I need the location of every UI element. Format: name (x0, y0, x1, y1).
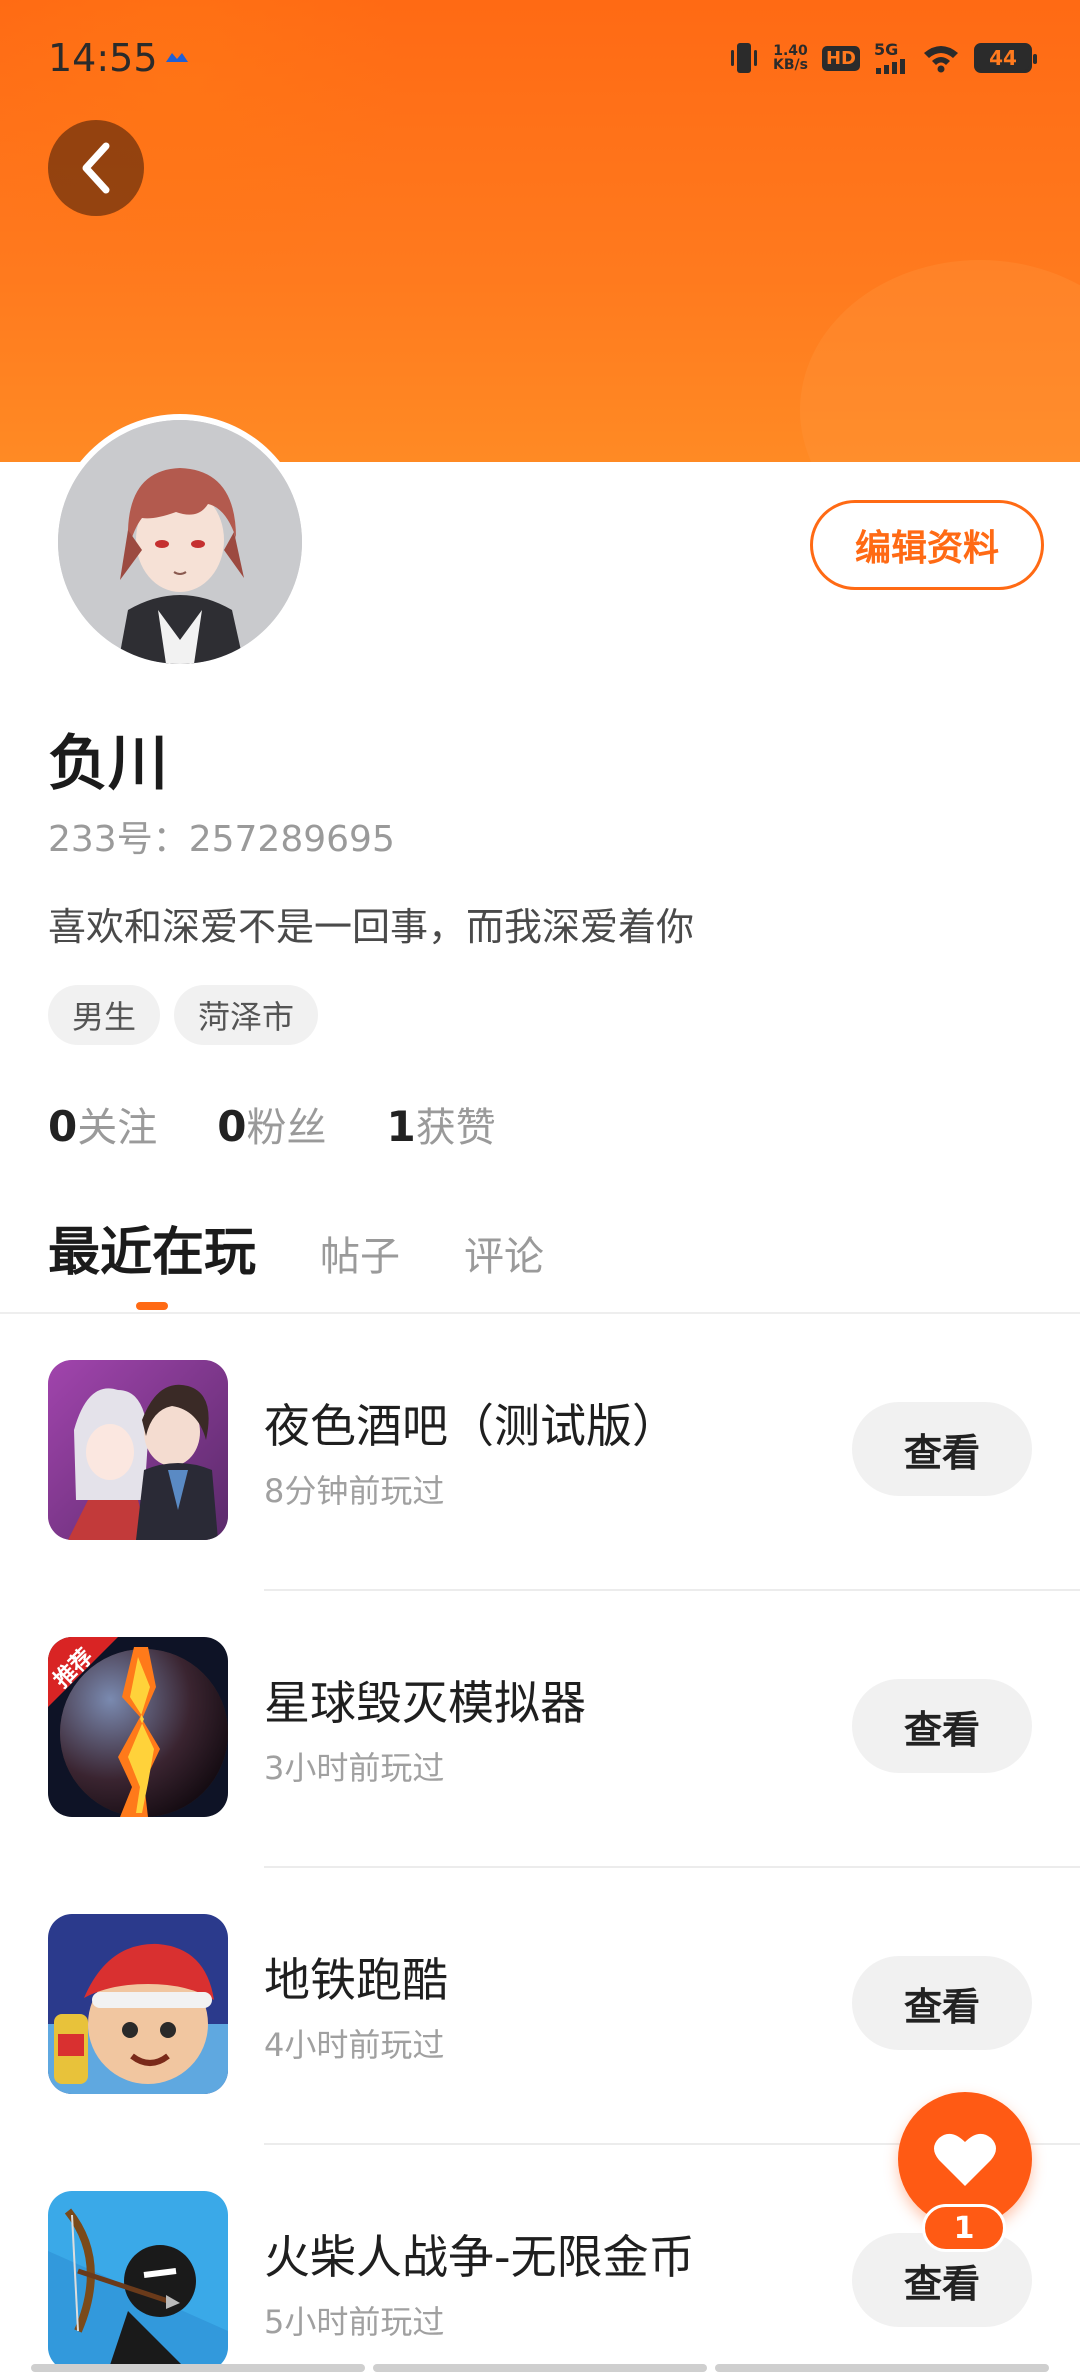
game-title: 地铁跑酷 (264, 1953, 448, 2007)
tag-gender: 男生 (48, 985, 161, 1045)
tag-city: 菏泽市 (174, 985, 319, 1045)
stat-likes-count: 1 (386, 1102, 416, 1151)
tab-indicator (136, 1302, 168, 1310)
stat-followers-count: 0 (217, 1102, 247, 1151)
avatar-image (58, 420, 302, 664)
tab-comments[interactable]: 评论 (464, 1224, 544, 1282)
network-speed: 1.40 KB/s (773, 44, 808, 72)
chevron-left-icon (82, 142, 110, 194)
view-button[interactable]: 查看 (852, 1956, 1032, 2050)
user-bio: 喜欢和深爱不是一回事，而我深爱着你 (48, 905, 695, 949)
list-item[interactable]: 推荐 星球毁灭模拟器 3小时前玩过 查看 (0, 1591, 1080, 1868)
network-type: 5G (874, 40, 899, 59)
stat-likes[interactable]: 1获赞 (386, 1095, 495, 1153)
home-indicator-segment (715, 2364, 1049, 2372)
list-item[interactable]: 夜色酒吧（测试版） 8分钟前玩过 查看 (0, 1314, 1080, 1591)
tab-recently-played[interactable]: 最近在玩 (48, 1210, 256, 1285)
game-title: 火柴人战争-无限金币 (264, 2230, 695, 2284)
heart-icon (934, 2133, 996, 2186)
game-last-played: 3小时前玩过 (264, 1749, 445, 1787)
profile-tags: 男生 菏泽市 (48, 985, 319, 1045)
list-item[interactable]: 地铁跑酷 4小时前玩过 查看 (0, 1868, 1080, 2145)
network-speed-value: 1.40 (773, 43, 808, 59)
tab-posts[interactable]: 帖子 (320, 1224, 400, 1282)
game-last-played: 5小时前玩过 (264, 2303, 445, 2341)
status-time: 14:55 (48, 36, 158, 80)
stat-followers-label: 粉丝 (246, 1105, 327, 1151)
view-button[interactable]: 查看 (852, 1402, 1032, 1496)
username: 负川 (48, 729, 168, 799)
home-indicator-segment (373, 2364, 707, 2372)
notification-icon (166, 53, 188, 62)
profile-tabs: 最近在玩 帖子 评论 (48, 1210, 544, 1285)
signal-icon: 5G (874, 42, 908, 74)
battery-icon: 44 (974, 43, 1037, 73)
battery-level: 44 (989, 46, 1017, 70)
stat-likes-label: 获赞 (415, 1105, 496, 1151)
game-icon-stickman-war (48, 2191, 228, 2371)
game-title: 夜色酒吧（测试版） (264, 1399, 678, 1453)
profile-stats: 0关注 0粉丝 1获赞 (48, 1095, 496, 1153)
edit-profile-button[interactable]: 编辑资料 (810, 500, 1044, 590)
home-indicator (0, 2364, 1080, 2376)
stat-following-label: 关注 (77, 1105, 158, 1151)
stat-followers[interactable]: 0粉丝 (217, 1095, 326, 1153)
vibrate-icon (729, 41, 759, 75)
network-speed-unit: KB/s (773, 57, 808, 73)
wifi-icon (922, 43, 960, 73)
status-bar: 14:55 1.40 KB/s HD 5G 44 (0, 0, 1080, 120)
recent-games-list: 夜色酒吧（测试版） 8分钟前玩过 查看 推荐 星球毁灭模拟器 3小时前玩过 查看 (0, 1314, 1080, 2376)
game-title: 星球毁灭模拟器 (264, 1676, 586, 1730)
view-button[interactable]: 查看 (852, 1679, 1032, 1773)
avatar[interactable] (52, 414, 308, 670)
game-last-played: 4小时前玩过 (264, 2026, 445, 2064)
stat-following-count: 0 (48, 1102, 78, 1151)
user-id: 233号：257289695 (48, 819, 395, 860)
stat-following[interactable]: 0关注 (48, 1095, 157, 1153)
game-icon-planet-destroyer: 推荐 (48, 1637, 228, 1817)
fab-count-badge: 1 (922, 2204, 1006, 2252)
back-button[interactable] (48, 120, 144, 216)
game-icon-night-bar (48, 1360, 228, 1540)
home-indicator-segment (31, 2364, 365, 2372)
hd-icon: HD (821, 45, 860, 71)
game-last-played: 8分钟前玩过 (264, 1472, 445, 1510)
status-icons: 1.40 KB/s HD 5G 44 (729, 38, 1037, 78)
banner-decoration (800, 260, 1080, 462)
game-icon-subway-surfers (48, 1914, 228, 2094)
